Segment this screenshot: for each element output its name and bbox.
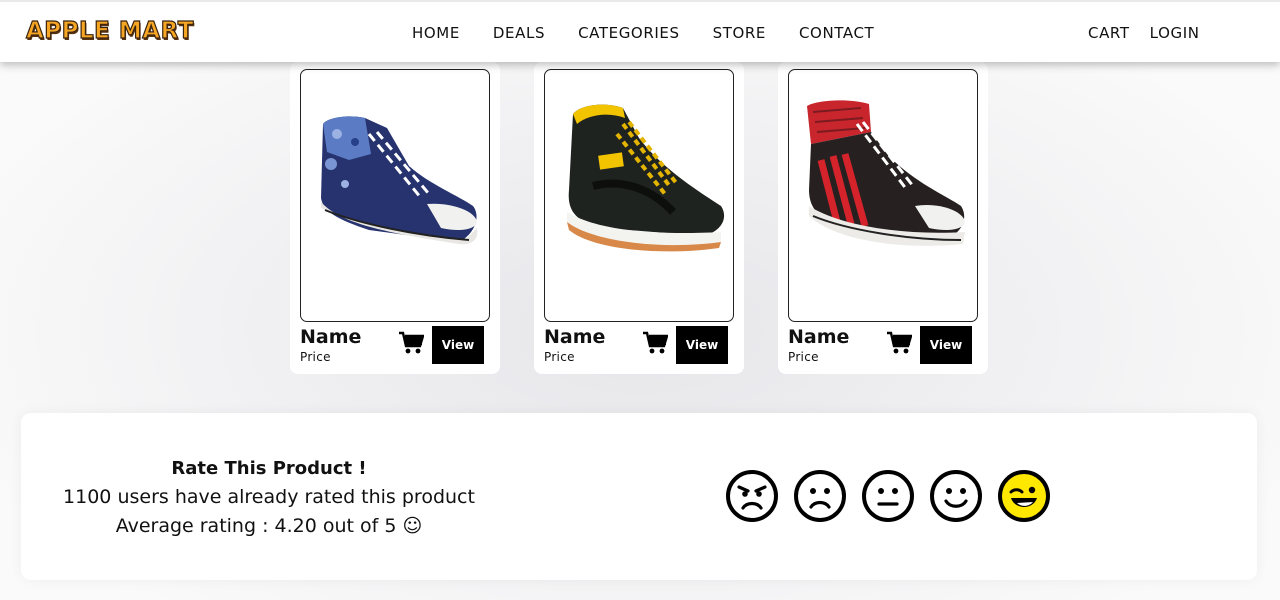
account-nav: CART LOGIN (1088, 24, 1200, 42)
smile-face-icon[interactable] (929, 469, 983, 523)
view-button[interactable]: View (432, 326, 484, 364)
sad-face-icon[interactable] (793, 469, 847, 523)
nav-store[interactable]: STORE (713, 24, 766, 42)
cart-link[interactable]: CART (1088, 24, 1130, 42)
view-button[interactable]: View (920, 326, 972, 364)
logo[interactable]: APPLE MART (25, 17, 194, 44)
nav-home[interactable]: HOME (412, 24, 460, 42)
main-nav: HOME DEALS CATEGORIES STORE CONTACT (412, 24, 874, 42)
emoji-rating-selector (725, 469, 1051, 523)
top-navbar: APPLE MART HOME DEALS CATEGORIES STORE C… (0, 0, 1280, 62)
login-link[interactable]: LOGIN (1150, 24, 1200, 42)
add-to-cart-icon[interactable] (398, 331, 424, 355)
page: APPLE MART HOME DEALS CATEGORIES STORE C… (0, 0, 1280, 600)
rating-users-count: 1100 users have already rated this produ… (63, 486, 475, 508)
rating-summary: Rate This Product ! 1100 users have alre… (21, 455, 517, 541)
rating-panel: Rate This Product ! 1100 users have alre… (21, 413, 1257, 580)
product-price: Price (300, 350, 331, 364)
nav-contact[interactable]: CONTACT (799, 24, 874, 42)
view-button[interactable]: View (676, 326, 728, 364)
product-name: Name (788, 326, 850, 348)
nav-deals[interactable]: DEALS (493, 24, 545, 42)
rating-title: Rate This Product ! (171, 458, 367, 479)
shoe-image (567, 104, 725, 252)
shoe-image (807, 100, 965, 246)
product-image[interactable] (300, 69, 490, 322)
neutral-face-icon[interactable] (861, 469, 915, 523)
product-card: Name Price View (290, 62, 500, 374)
product-name: Name (544, 326, 606, 348)
rating-average: Average rating : 4.20 out of 5 ☺ (115, 515, 423, 537)
product-image[interactable] (544, 69, 734, 322)
product-price: Price (544, 350, 575, 364)
product-image[interactable] (788, 69, 978, 322)
product-name: Name (300, 326, 362, 348)
wink-face-icon[interactable] (997, 469, 1051, 523)
add-to-cart-icon[interactable] (886, 331, 912, 355)
product-price: Price (788, 350, 819, 364)
angry-face-icon[interactable] (725, 469, 779, 523)
add-to-cart-icon[interactable] (642, 331, 668, 355)
product-card: Name Price View (534, 62, 744, 374)
shoe-image (321, 116, 478, 245)
nav-categories[interactable]: CATEGORIES (578, 24, 680, 42)
product-card: Name Price View (778, 62, 988, 374)
